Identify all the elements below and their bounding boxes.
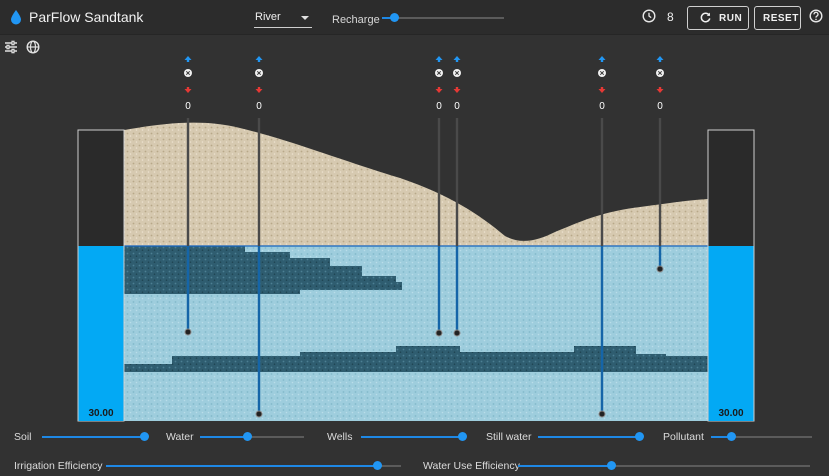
arrow-down-icon (435, 87, 443, 93)
water-slider-fill (200, 436, 247, 438)
irrigation-efficiency-slider[interactable] (106, 461, 401, 470)
arrow-up-icon (255, 56, 263, 62)
water-use-efficiency-label: Water Use Efficiency (423, 460, 520, 472)
still-water-slider-fill (538, 436, 639, 438)
water-use-efficiency-slider-thumb[interactable] (607, 461, 617, 470)
pollutant-label: Pollutant (663, 431, 704, 443)
arrow-up-icon (656, 56, 664, 62)
arrow-down-icon (598, 87, 606, 93)
right-reservoir-level: 30.00 (718, 408, 744, 419)
well-5-value: 0 (599, 101, 605, 112)
water-use-efficiency-slider-fill (518, 465, 612, 467)
well-2-value: 0 (256, 101, 262, 112)
sandtank-view[interactable] (0, 0, 829, 430)
water-use-efficiency-slider[interactable] (518, 461, 810, 470)
wells-slider[interactable] (361, 432, 467, 441)
soil-slider-fill (42, 436, 144, 438)
soil-label: Soil (14, 431, 32, 443)
still-water-slider[interactable] (538, 432, 644, 441)
still-water-label: Still water (486, 431, 532, 443)
water-label: Water (166, 431, 194, 443)
wells-slider-thumb[interactable] (458, 432, 467, 441)
arrow-up-icon (184, 56, 192, 62)
pollutant-slider-thumb[interactable] (727, 432, 737, 441)
well-1-value: 0 (185, 101, 191, 112)
soil-slider[interactable] (42, 432, 149, 441)
irrigation-efficiency-slider-fill (106, 465, 378, 467)
irrigation-efficiency-label: Irrigation Efficiency (14, 460, 103, 472)
arrow-down-icon (656, 87, 664, 93)
still-water-slider-thumb[interactable] (635, 432, 644, 441)
wells-slider-fill (361, 436, 462, 438)
arrow-down-icon (184, 87, 192, 93)
arrow-down-icon (255, 87, 263, 93)
water-slider-thumb[interactable] (242, 432, 252, 441)
water-slider[interactable] (200, 432, 304, 441)
irrigation-efficiency-slider-thumb[interactable] (373, 461, 383, 470)
well-4-value: 0 (454, 101, 460, 112)
arrow-up-icon (435, 56, 443, 62)
wells-label: Wells (327, 431, 353, 443)
arrow-down-icon (453, 87, 461, 93)
left-reservoir-level: 30.00 (88, 408, 114, 419)
well-6-value: 0 (657, 101, 663, 112)
soil-slider-thumb[interactable] (140, 432, 149, 441)
arrow-up-icon (453, 56, 461, 62)
well-3-value: 0 (436, 101, 442, 112)
arrow-up-icon (598, 56, 606, 62)
pollutant-slider[interactable] (711, 432, 812, 441)
